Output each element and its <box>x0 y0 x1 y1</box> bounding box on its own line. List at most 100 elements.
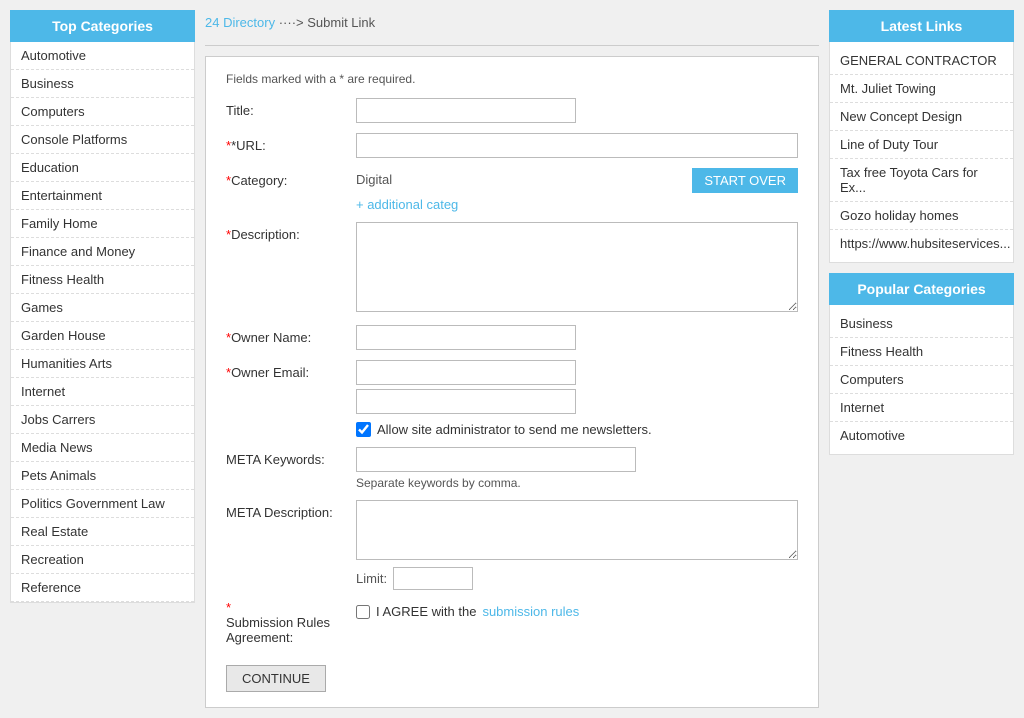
sidebar-item[interactable]: Entertainment <box>11 182 194 210</box>
sidebar-item[interactable]: Pets Animals <box>11 462 194 490</box>
title-field <box>356 98 798 123</box>
sidebar-item[interactable]: Fitness Health <box>11 266 194 294</box>
keywords-hint: Separate keywords by comma. <box>356 476 798 490</box>
sidebar-item[interactable]: Recreation <box>11 546 194 574</box>
sidebar-item[interactable]: Education <box>11 154 194 182</box>
submission-rules-link-text[interactable]: submission rules <box>482 604 579 619</box>
title-input[interactable] <box>356 98 576 123</box>
description-textarea[interactable] <box>356 222 798 312</box>
sidebar-item[interactable]: Automotive <box>11 42 194 70</box>
meta-keywords-label: META Keywords: <box>226 447 356 467</box>
start-over-button[interactable]: START OVER <box>692 168 798 193</box>
left-sidebar: Top Categories AutomotiveBusinessCompute… <box>10 10 195 708</box>
popular-category-item[interactable]: Computers <box>830 366 1013 394</box>
left-sidebar-header: Top Categories <box>10 10 195 42</box>
meta-description-field: Limit: 250 <box>356 500 798 590</box>
main-content: 24 Directory ····> Submit Link Fields ma… <box>205 10 819 708</box>
meta-keywords-input[interactable] <box>356 447 636 472</box>
newsletter-checkbox[interactable] <box>356 422 371 437</box>
latest-link-item[interactable]: Mt. Juliet Towing <box>830 75 1013 103</box>
popular-category-item[interactable]: Internet <box>830 394 1013 422</box>
submission-rules-label: *Submission Rules Agreement: <box>226 600 356 645</box>
breadcrumb-home-link[interactable]: 24 Directory <box>205 15 275 30</box>
url-label: **URL: <box>226 133 356 153</box>
sidebar-item[interactable]: Games <box>11 294 194 322</box>
sidebar-item[interactable]: Politics Government Law <box>11 490 194 518</box>
breadcrumb-current: Submit Link <box>307 15 375 30</box>
popular-categories-list: BusinessFitness HealthComputersInternetA… <box>829 305 1014 455</box>
owner-name-field <box>356 325 798 350</box>
breadcrumb-divider <box>205 45 819 46</box>
continue-row: CONTINUE <box>226 655 798 692</box>
owner-email-label: *Owner Email: <box>226 360 356 380</box>
latest-links-section: Latest Links GENERAL CONTRACTORMt. Julie… <box>829 10 1014 263</box>
limit-input[interactable]: 250 <box>393 567 473 590</box>
latest-link-item[interactable]: Tax free Toyota Cars for Ex... <box>830 159 1013 202</box>
latest-links-header: Latest Links <box>829 10 1014 42</box>
category-row: *Category: Digital START OVER + addition… <box>226 168 798 212</box>
owner-email-input-1[interactable] <box>356 360 576 385</box>
category-value: Digital <box>356 172 392 187</box>
sidebar-item[interactable]: Real Estate <box>11 518 194 546</box>
latest-link-item[interactable]: Gozo holiday homes <box>830 202 1013 230</box>
meta-keywords-field: Separate keywords by comma. <box>356 447 798 490</box>
agree-checkbox[interactable] <box>356 605 370 619</box>
url-row: **URL: <box>226 133 798 158</box>
latest-link-item[interactable]: GENERAL CONTRACTOR <box>830 47 1013 75</box>
newsletter-label: Allow site administrator to send me news… <box>377 422 652 437</box>
sidebar-item[interactable]: Internet <box>11 378 194 406</box>
popular-category-item[interactable]: Business <box>830 310 1013 338</box>
description-label: *Description: <box>226 222 356 242</box>
title-label: Title: <box>226 98 356 118</box>
owner-name-row: *Owner Name: <box>226 325 798 350</box>
agree-text: I AGREE with the <box>376 604 476 619</box>
meta-description-textarea[interactable] <box>356 500 798 560</box>
additional-category-link[interactable]: + additional categ <box>356 197 798 212</box>
popular-category-item[interactable]: Automotive <box>830 422 1013 449</box>
limit-label: Limit: <box>356 571 387 586</box>
title-row: Title: <box>226 98 798 123</box>
meta-description-label: META Description: <box>226 500 356 520</box>
submission-rules-link[interactable]: Submission Rules Agreement: <box>226 615 356 645</box>
breadcrumb-arrow: ····> <box>279 15 308 30</box>
sidebar-item[interactable]: Family Home <box>11 210 194 238</box>
sidebar-item[interactable]: Media News <box>11 434 194 462</box>
url-input[interactable] <box>356 133 798 158</box>
popular-categories-header: Popular Categories <box>829 273 1014 305</box>
owner-email-row: *Owner Email: Allow site administrator t… <box>226 360 798 437</box>
breadcrumb: 24 Directory ····> Submit Link <box>205 10 819 35</box>
meta-keywords-row: META Keywords: Separate keywords by comm… <box>226 447 798 490</box>
sidebar-item[interactable]: Console Platforms <box>11 126 194 154</box>
left-sidebar-list: AutomotiveBusinessComputersConsole Platf… <box>10 42 195 603</box>
description-field <box>356 222 798 315</box>
newsletter-row: Allow site administrator to send me news… <box>356 422 798 437</box>
category-field: Digital START OVER + additional categ <box>356 168 798 212</box>
sidebar-item[interactable]: Humanities Arts <box>11 350 194 378</box>
owner-name-input[interactable] <box>356 325 576 350</box>
meta-description-row: META Description: Limit: 250 <box>226 500 798 590</box>
sidebar-item[interactable]: Jobs Carrers <box>11 406 194 434</box>
sidebar-item[interactable]: Computers <box>11 98 194 126</box>
sidebar-item[interactable]: Reference <box>11 574 194 602</box>
submission-rules-row: *Submission Rules Agreement: I AGREE wit… <box>226 600 798 645</box>
latest-link-item[interactable]: Line of Duty Tour <box>830 131 1013 159</box>
popular-categories-section: Popular Categories BusinessFitness Healt… <box>829 273 1014 455</box>
latest-link-item[interactable]: New Concept Design <box>830 103 1013 131</box>
owner-email-field: Allow site administrator to send me news… <box>356 360 798 437</box>
latest-link-item[interactable]: https://www.hubsiteservices... <box>830 230 1013 257</box>
sidebar-item[interactable]: Business <box>11 70 194 98</box>
owner-name-label: *Owner Name: <box>226 325 356 345</box>
latest-links-list: GENERAL CONTRACTORMt. Juliet TowingNew C… <box>829 42 1014 263</box>
continue-button[interactable]: CONTINUE <box>226 665 326 692</box>
owner-email-input-2[interactable] <box>356 389 576 414</box>
category-label: *Category: <box>226 168 356 188</box>
popular-category-item[interactable]: Fitness Health <box>830 338 1013 366</box>
sidebar-item[interactable]: Garden House <box>11 322 194 350</box>
required-notice: Fields marked with a * are required. <box>226 72 798 86</box>
agree-row: I AGREE with the submission rules <box>356 604 579 619</box>
url-field <box>356 133 798 158</box>
submit-link-form: Fields marked with a * are required. Tit… <box>205 56 819 708</box>
sidebar-item[interactable]: Finance and Money <box>11 238 194 266</box>
right-sidebar: Latest Links GENERAL CONTRACTORMt. Julie… <box>829 10 1014 708</box>
submission-rules-field: I AGREE with the submission rules <box>356 600 579 619</box>
